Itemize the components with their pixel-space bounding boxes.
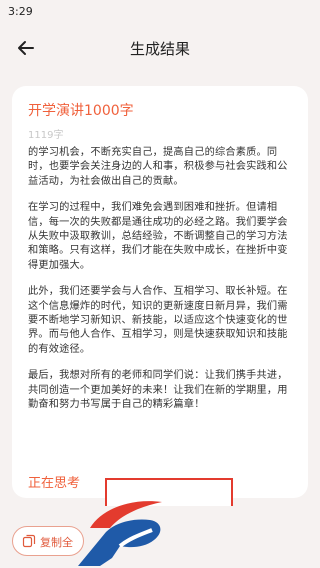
content-paragraph: 此外，我们还要学会与人合作、互相学习、取长补短。在这个信息爆炸的时代，知识的更新… xyxy=(28,286,288,355)
status-time: 3:29 xyxy=(8,5,33,18)
brand-logo-icon xyxy=(78,501,162,566)
page-title: 生成结果 xyxy=(129,40,190,58)
content-paragraph: 的学习机会，不断充实自己，提高自己的综合素质。同时，也要学会关注身边的人和事，积… xyxy=(28,147,288,187)
content-paragraph: 在学习的过程中，我们难免会遇到困难和挫折。但请相信，每一次的失败都是通往成功的必… xyxy=(28,202,288,271)
status-bar: 3:29 xyxy=(0,0,320,24)
nav-bar: 生成结果 xyxy=(0,26,320,70)
copy-all-label: 复制全 xyxy=(40,536,73,549)
content-paragraph: 最后，我想对所有的老师和同学们说：让我们携手共进，共同创造一个更加美好的未来！让… xyxy=(28,370,288,411)
copy-icon xyxy=(22,534,36,548)
document-title: 开学演讲1000字 xyxy=(28,103,134,119)
char-count: 1119字 xyxy=(28,130,64,141)
result-card: 开学演讲1000字 1119字 的学习机会，不断充实自己，提高自己的综合素质。同… xyxy=(12,86,308,498)
document-content: 的学习机会，不断充实自己，提高自己的综合素质。同时，也要学会关注身边的人和事，积… xyxy=(28,146,296,482)
